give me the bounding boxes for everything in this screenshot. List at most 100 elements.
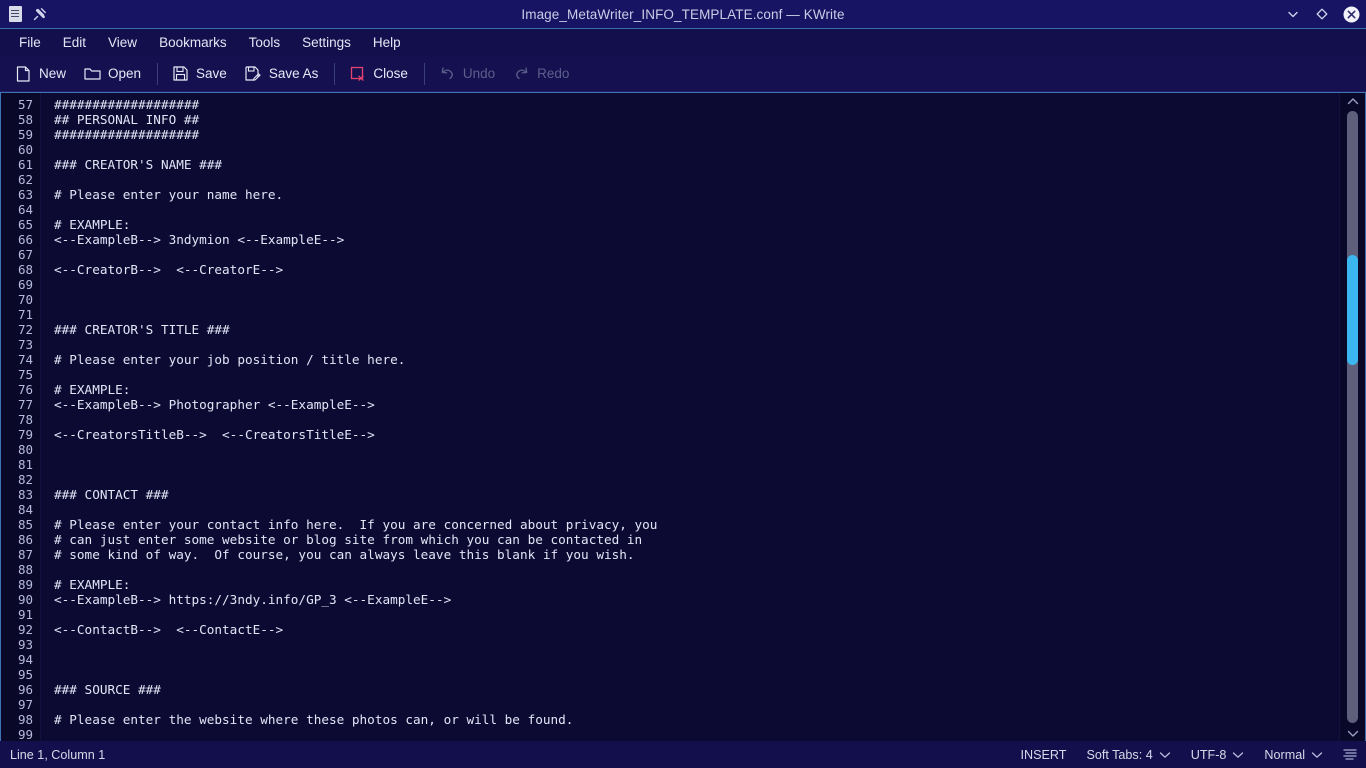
- line-number: 86: [17, 532, 33, 547]
- menu-settings[interactable]: Settings: [291, 32, 362, 53]
- code-line[interactable]: <--ExampleB--> Photographer <--ExampleE-…: [54, 397, 1339, 412]
- open-button-label: Open: [108, 66, 142, 81]
- code-line[interactable]: # Please enter your name here.: [54, 187, 1339, 202]
- code-line[interactable]: <--CreatorB--> <--CreatorE-->: [54, 262, 1339, 277]
- maximize-button[interactable]: [1313, 5, 1331, 23]
- line-number: 84: [17, 502, 33, 517]
- code-line[interactable]: [54, 472, 1339, 487]
- insert-mode-toggle[interactable]: INSERT: [1017, 746, 1069, 764]
- code-line[interactable]: [54, 562, 1339, 577]
- menu-help[interactable]: Help: [362, 32, 412, 53]
- code-line[interactable]: # EXAMPLE:: [54, 382, 1339, 397]
- line-number: 57: [17, 97, 33, 112]
- code-line[interactable]: [54, 652, 1339, 667]
- menu-file[interactable]: File: [8, 32, 52, 53]
- line-number: 89: [17, 577, 33, 592]
- code-line[interactable]: [54, 202, 1339, 217]
- save-as-icon: [245, 65, 262, 82]
- redo-button[interactable]: Redo: [505, 61, 579, 86]
- code-line[interactable]: <--CreatorsTitleB--> <--CreatorsTitleE--…: [54, 427, 1339, 442]
- code-line[interactable]: ### CREATOR'S TITLE ###: [54, 322, 1339, 337]
- code-line[interactable]: [54, 247, 1339, 262]
- code-line[interactable]: # Please enter your job position / title…: [54, 352, 1339, 367]
- code-line[interactable]: [54, 412, 1339, 427]
- line-number: 60: [17, 142, 33, 157]
- code-line[interactable]: [54, 727, 1339, 741]
- redo-button-label: Redo: [537, 66, 570, 81]
- menu-view[interactable]: View: [97, 32, 148, 53]
- line-number: 77: [17, 397, 33, 412]
- menu-bookmarks[interactable]: Bookmarks: [148, 32, 238, 53]
- soft-tabs-label: Soft Tabs: 4: [1086, 747, 1153, 762]
- main-toolbar: New Open Save Save As Close Undo Redo: [0, 56, 1366, 92]
- menu-tools[interactable]: Tools: [238, 32, 292, 53]
- code-line[interactable]: <--ExampleB--> https://3ndy.info/GP_3 <-…: [54, 592, 1339, 607]
- code-line[interactable]: [54, 292, 1339, 307]
- code-line[interactable]: # Please enter your contact info here. I…: [54, 517, 1339, 532]
- line-number: 80: [17, 442, 33, 457]
- folder-open-icon: [84, 65, 101, 82]
- vertical-scrollbar[interactable]: [1339, 93, 1365, 741]
- pin-icon[interactable]: [31, 5, 49, 23]
- code-line[interactable]: # EXAMPLE:: [54, 577, 1339, 592]
- code-line[interactable]: [54, 667, 1339, 682]
- minimize-button[interactable]: [1284, 5, 1302, 23]
- code-line[interactable]: [54, 142, 1339, 157]
- soft-tabs-selector[interactable]: Soft Tabs: 4: [1083, 746, 1173, 764]
- scroll-down-button[interactable]: [1340, 725, 1365, 741]
- code-line[interactable]: [54, 457, 1339, 472]
- code-line[interactable]: [54, 637, 1339, 652]
- cursor-position: Line 1, Column 1: [10, 747, 106, 762]
- code-line[interactable]: [54, 277, 1339, 292]
- title-bar: Image_MetaWriter_INFO_TEMPLATE.conf — KW…: [0, 0, 1366, 29]
- undo-button[interactable]: Undo: [431, 61, 505, 86]
- highlight-mode-selector[interactable]: Normal: [1261, 746, 1326, 764]
- line-number: 58: [17, 112, 33, 127]
- code-line[interactable]: [54, 607, 1339, 622]
- code-line[interactable]: [54, 307, 1339, 322]
- line-number: 63: [17, 187, 33, 202]
- code-line[interactable]: # can just enter some website or blog si…: [54, 532, 1339, 547]
- code-line[interactable]: [54, 502, 1339, 517]
- code-line[interactable]: ## PERSONAL INFO ##: [54, 112, 1339, 127]
- chevron-down-icon: [1311, 751, 1323, 759]
- code-line[interactable]: ### CREATOR'S NAME ###: [54, 157, 1339, 172]
- toolbar-separator: [157, 62, 159, 85]
- code-line[interactable]: [54, 442, 1339, 457]
- scroll-up-button[interactable]: [1340, 93, 1365, 109]
- line-number: 99: [17, 727, 33, 741]
- line-number: 91: [17, 607, 33, 622]
- encoding-selector[interactable]: UTF-8: [1188, 746, 1248, 764]
- code-line[interactable]: ### SOURCE ###: [54, 682, 1339, 697]
- text-lines-icon[interactable]: [1342, 748, 1358, 762]
- scrollbar-thumb[interactable]: [1347, 254, 1358, 365]
- document-icon: [6, 5, 24, 23]
- close-button[interactable]: [1342, 5, 1360, 23]
- code-line[interactable]: <--ContactB--> <--ContactE-->: [54, 622, 1339, 637]
- undo-button-label: Undo: [462, 66, 496, 81]
- code-line[interactable]: ###################: [54, 97, 1339, 112]
- status-bar-right: INSERT Soft Tabs: 4 UTF-8 Normal: [1017, 746, 1358, 764]
- code-line[interactable]: [54, 367, 1339, 382]
- scrollbar-track[interactable]: [1347, 111, 1358, 723]
- code-line[interactable]: <--ExampleB--> 3ndymion <--ExampleE-->: [54, 232, 1339, 247]
- save-as-button[interactable]: Save As: [237, 61, 329, 86]
- menu-edit[interactable]: Edit: [52, 32, 97, 53]
- new-button[interactable]: New: [7, 61, 76, 86]
- code-line[interactable]: # Please enter the website where these p…: [54, 712, 1339, 727]
- line-number: 92: [17, 622, 33, 637]
- code-line[interactable]: # some kind of way. Of course, you can a…: [54, 547, 1339, 562]
- code-line[interactable]: ###################: [54, 127, 1339, 142]
- open-button[interactable]: Open: [76, 61, 151, 86]
- code-line[interactable]: # EXAMPLE:: [54, 217, 1339, 232]
- line-number: 88: [17, 562, 33, 577]
- window-controls: [1284, 0, 1360, 28]
- code-line[interactable]: ### CONTACT ###: [54, 487, 1339, 502]
- close-document-button[interactable]: Close: [341, 61, 418, 86]
- line-number: 64: [17, 202, 33, 217]
- text-document[interactable]: ################### ## PERSONAL INFO ## ##…: [41, 93, 1339, 741]
- code-line[interactable]: [54, 172, 1339, 187]
- code-line[interactable]: [54, 697, 1339, 712]
- save-button[interactable]: Save: [164, 61, 237, 86]
- code-line[interactable]: [54, 337, 1339, 352]
